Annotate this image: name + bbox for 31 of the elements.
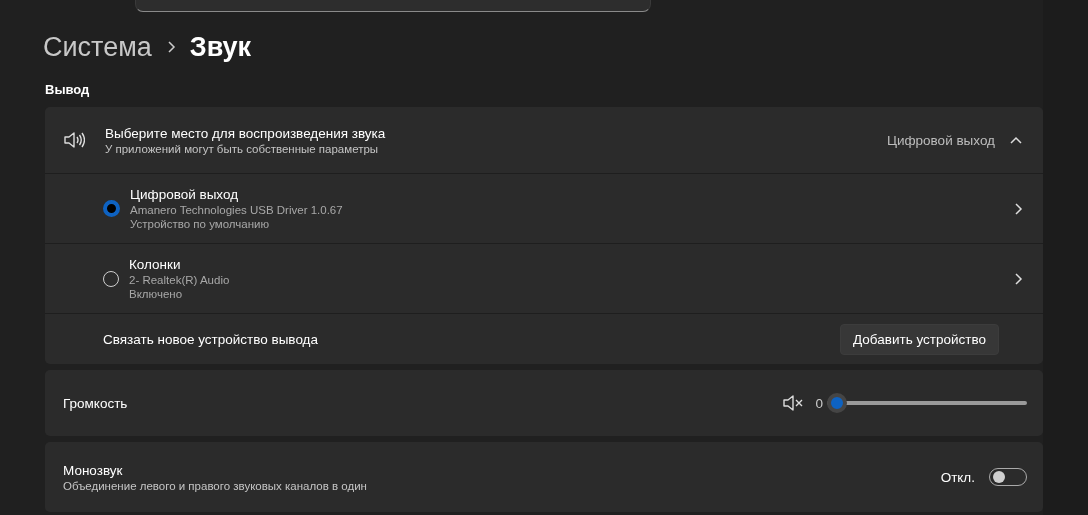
chevron-right-icon bbox=[1013, 271, 1023, 286]
chevron-right-icon bbox=[1013, 201, 1023, 216]
device-row[interactable]: Колонки 2- Realtek(R) Audio Включено bbox=[45, 243, 1043, 313]
device-status: Устройство по умолчанию bbox=[130, 218, 271, 230]
mono-description: Объединение левого и правого звуковых каналов в один bbox=[63, 479, 368, 492]
slider-thumb[interactable] bbox=[827, 393, 847, 413]
radio-button[interactable] bbox=[103, 200, 120, 217]
device-driver: 2- Realtek(R) Audio bbox=[129, 274, 231, 286]
device-row[interactable]: Цифровой выход Amanero Technologies USB Driver 1.0.67 Устройство по умолчанию bbox=[45, 173, 1043, 243]
volume-reading: 0 bbox=[815, 395, 823, 411]
output-subtitle: У приложений могут быть собственные параметры bbox=[105, 142, 380, 155]
pair-label: Связать новое устройство вывода bbox=[103, 331, 319, 347]
device-status: Включено bbox=[129, 288, 184, 300]
current-device: Цифровой выход bbox=[886, 132, 995, 148]
device-name: Цифровой выход bbox=[130, 187, 240, 202]
device-name: Колонки bbox=[129, 257, 182, 272]
chevron-up-icon bbox=[1009, 135, 1023, 145]
output-header[interactable]: Выберите место для воспроизведения звука У приложений могут быть собственные параметры Цифровой выход bbox=[45, 107, 1043, 173]
volume-slider[interactable] bbox=[827, 393, 1027, 413]
section-title: Вывод bbox=[45, 82, 91, 97]
mono-label: Монозвук bbox=[63, 462, 124, 478]
add-device-button[interactable]: Добавить устройство bbox=[840, 323, 999, 355]
breadcrumb-item: Звук bbox=[189, 31, 252, 63]
chevron-right-icon bbox=[165, 40, 176, 54]
speaker-icon bbox=[63, 131, 85, 149]
search-field[interactable] bbox=[135, 0, 651, 12]
output-title: Выберите место для воспроизведения звука bbox=[105, 125, 387, 141]
toggle-state: Откл. bbox=[940, 469, 975, 485]
device-driver: Amanero Technologies USB Driver 1.0.67 bbox=[130, 204, 344, 216]
breadcrumb-item[interactable]: Система bbox=[43, 31, 152, 63]
volume-label: Громкость bbox=[63, 395, 129, 411]
